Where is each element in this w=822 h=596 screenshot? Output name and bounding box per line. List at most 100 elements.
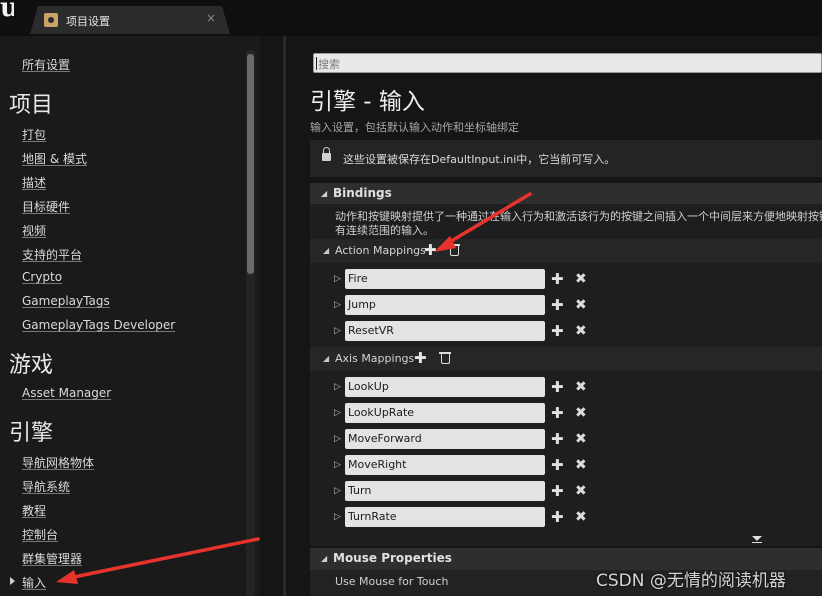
sidebar-item-gameplaytags[interactable]: GameplayTags bbox=[22, 294, 110, 308]
top-tab-bar: u 项目设置 × bbox=[0, 0, 822, 36]
sidebar-item-navigation-mesh[interactable]: 导航网格物体 bbox=[22, 454, 94, 471]
axis-mapping-name-field[interactable]: Turn bbox=[345, 481, 545, 501]
expand-caret-icon[interactable]: ▷ bbox=[334, 382, 341, 392]
bindings-description-line2: 有连续范围的输入。 bbox=[335, 224, 434, 237]
axis-mappings-title: Axis Mappings bbox=[335, 352, 415, 365]
action-mappings-header[interactable]: ◢ Action Mappings bbox=[310, 239, 822, 263]
search-placeholder: 搜索 bbox=[318, 58, 340, 71]
axis-mapping-name-field[interactable]: MoveRight bbox=[345, 455, 545, 475]
remove-mapping-button[interactable]: ✖ bbox=[575, 298, 587, 313]
expand-caret-icon[interactable]: ▷ bbox=[334, 512, 341, 522]
csdn-watermark: CSDN @无情的阅读机器 bbox=[596, 571, 786, 591]
expand-caret-icon[interactable]: ▷ bbox=[334, 460, 341, 470]
expand-caret-icon[interactable]: ▷ bbox=[334, 434, 341, 444]
tab-close-icon[interactable]: × bbox=[206, 11, 216, 25]
field-value: TurnRate bbox=[348, 510, 397, 523]
add-key-button[interactable]: ✚ bbox=[551, 458, 564, 473]
add-key-button[interactable]: ✚ bbox=[551, 380, 564, 395]
expand-caret-icon[interactable]: ▷ bbox=[334, 300, 341, 310]
settings-gear-icon bbox=[44, 13, 58, 27]
add-key-button[interactable]: ✚ bbox=[551, 432, 564, 447]
bindings-section-header[interactable]: ◢ Bindings bbox=[310, 183, 822, 205]
search-input[interactable]: 搜索 bbox=[313, 53, 822, 73]
field-value: ResetVR bbox=[348, 324, 394, 337]
sidebar-item-tutorials[interactable]: 教程 bbox=[22, 502, 46, 519]
collapse-caret-icon: ◢ bbox=[321, 189, 328, 198]
axis-mapping-name-field[interactable]: LookUpRate bbox=[345, 403, 545, 423]
field-value: Turn bbox=[348, 484, 372, 497]
add-key-button[interactable]: ✚ bbox=[551, 324, 564, 339]
notice-text: 这些设置被保存在DefaultInput.ini中，它当前可写入。 bbox=[343, 153, 616, 166]
tab-title: 项目设置 bbox=[66, 15, 110, 28]
expand-more-icon[interactable] bbox=[752, 536, 762, 543]
add-key-button[interactable]: ✚ bbox=[551, 272, 564, 287]
sidebar-item-asset-manager[interactable]: Asset Manager bbox=[22, 386, 111, 400]
sidebar-item-console[interactable]: 控制台 bbox=[22, 526, 58, 543]
sidebar-scrollbar-thumb[interactable] bbox=[247, 54, 254, 274]
config-file-notice: 这些设置被保存在DefaultInput.ini中，它当前可写入。 bbox=[310, 140, 822, 177]
field-value: Fire bbox=[348, 272, 368, 285]
field-value: MoveForward bbox=[348, 432, 422, 445]
collapse-caret-icon: ◢ bbox=[321, 554, 328, 563]
sidebar-item-all-settings[interactable]: 所有设置 bbox=[22, 56, 70, 73]
add-key-button[interactable]: ✚ bbox=[551, 510, 564, 525]
collapse-caret-icon: ◢ bbox=[323, 354, 330, 363]
sidebar-item-navigation-system[interactable]: 导航系统 bbox=[22, 478, 70, 495]
field-value: Jump bbox=[348, 298, 376, 311]
delete-all-action-mappings-icon[interactable] bbox=[448, 244, 460, 256]
page-subtitle: 输入设置，包括默认输入动作和坐标轴绑定 bbox=[310, 121, 519, 134]
remove-mapping-button[interactable]: ✖ bbox=[575, 484, 587, 499]
add-action-mapping-button[interactable]: ✚ bbox=[424, 243, 437, 258]
sidebar-header-game: 游戏 bbox=[9, 353, 54, 378]
unreal-logo-icon: u bbox=[0, 0, 14, 22]
add-axis-mapping-button[interactable]: ✚ bbox=[414, 351, 427, 366]
use-mouse-for-touch-label: Use Mouse for Touch bbox=[335, 575, 449, 588]
delete-all-axis-mappings-icon[interactable] bbox=[439, 352, 451, 364]
remove-mapping-button[interactable]: ✖ bbox=[575, 272, 587, 287]
add-key-button[interactable]: ✚ bbox=[551, 298, 564, 313]
text-caret bbox=[316, 57, 317, 70]
sidebar-header-project: 项目 bbox=[9, 93, 54, 118]
expand-caret-icon[interactable]: ▷ bbox=[334, 326, 341, 336]
expand-caret-icon[interactable]: ▷ bbox=[334, 274, 341, 284]
sidebar-item-input[interactable]: 输入 bbox=[22, 574, 46, 591]
axis-mappings-header[interactable]: ◢ Axis Mappings bbox=[310, 347, 822, 371]
collapse-caret-icon: ◢ bbox=[323, 246, 330, 255]
bindings-title: Bindings bbox=[333, 186, 392, 200]
field-value: LookUpRate bbox=[348, 406, 415, 419]
action-mapping-name-field[interactable]: ResetVR bbox=[345, 321, 545, 341]
action-mapping-name-field[interactable]: Fire bbox=[345, 269, 545, 289]
sidebar-item-target-hardware[interactable]: 目标硬件 bbox=[22, 198, 70, 215]
axis-mapping-name-field[interactable]: TurnRate bbox=[345, 507, 545, 527]
expand-caret-icon[interactable]: ▷ bbox=[334, 408, 341, 418]
sidebar-item-maps-modes[interactable]: 地图 & 模式 bbox=[22, 150, 87, 167]
unlock-icon bbox=[322, 147, 331, 161]
remove-mapping-button[interactable]: ✖ bbox=[575, 406, 587, 421]
page-title: 引擎 - 输入 bbox=[310, 89, 425, 115]
field-value: LookUp bbox=[348, 380, 389, 393]
field-value: MoveRight bbox=[348, 458, 407, 471]
remove-mapping-button[interactable]: ✖ bbox=[575, 432, 587, 447]
sidebar-item-crypto[interactable]: Crypto bbox=[22, 270, 62, 284]
sidebar-item-movies[interactable]: 视频 bbox=[22, 222, 46, 239]
remove-mapping-button[interactable]: ✖ bbox=[575, 458, 587, 473]
sidebar-item-description[interactable]: 描述 bbox=[22, 174, 46, 191]
remove-mapping-button[interactable]: ✖ bbox=[575, 324, 587, 339]
sidebar-item-packaging[interactable]: 打包 bbox=[22, 126, 46, 143]
action-mappings-title: Action Mappings bbox=[335, 244, 426, 257]
remove-mapping-button[interactable]: ✖ bbox=[575, 510, 587, 525]
add-key-button[interactable]: ✚ bbox=[551, 484, 564, 499]
expand-caret-icon[interactable]: ▷ bbox=[334, 486, 341, 496]
active-item-marker-icon bbox=[10, 577, 15, 585]
sidebar-item-supported-platforms[interactable]: 支持的平台 bbox=[22, 246, 82, 263]
tab-project-settings[interactable]: 项目设置 × bbox=[30, 6, 230, 34]
mouse-properties-title: Mouse Properties bbox=[333, 551, 452, 565]
axis-mapping-name-field[interactable]: LookUp bbox=[345, 377, 545, 397]
sidebar-item-gameplaytags-developer[interactable]: GameplayTags Developer bbox=[22, 318, 175, 332]
remove-mapping-button[interactable]: ✖ bbox=[575, 380, 587, 395]
action-mapping-name-field[interactable]: Jump bbox=[345, 295, 545, 315]
sidebar-header-engine: 引擎 bbox=[9, 421, 54, 446]
add-key-button[interactable]: ✚ bbox=[551, 406, 564, 421]
axis-mapping-name-field[interactable]: MoveForward bbox=[345, 429, 545, 449]
sidebar-item-crowd-manager[interactable]: 群集管理器 bbox=[22, 550, 82, 567]
